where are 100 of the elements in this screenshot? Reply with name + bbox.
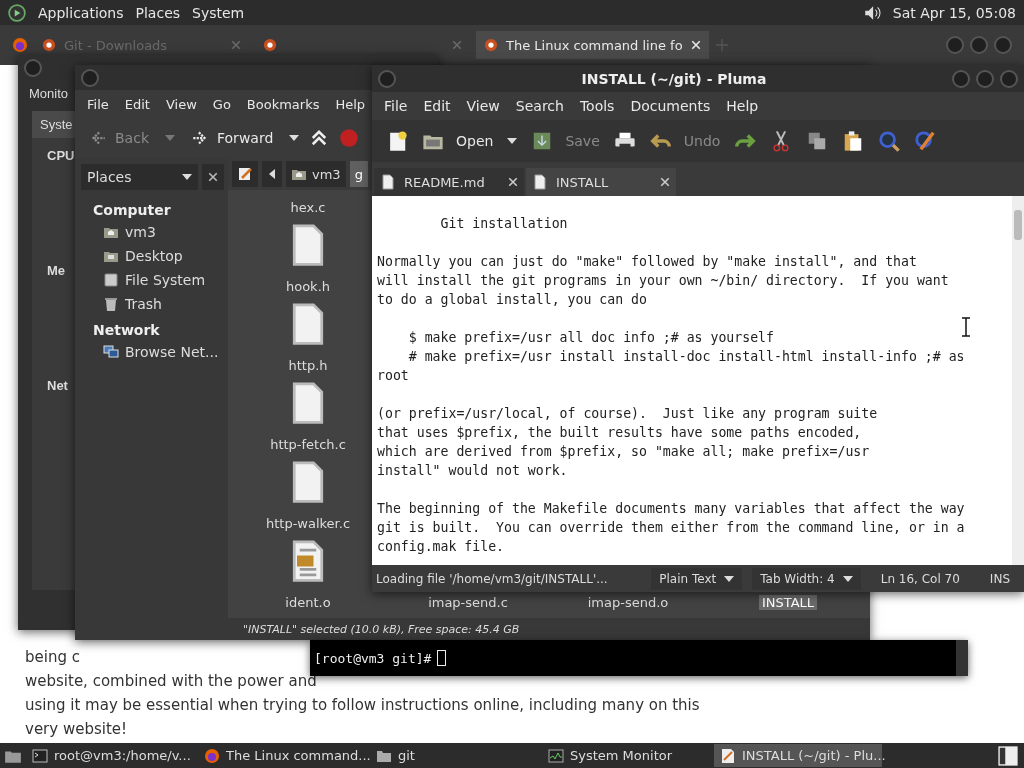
sidebar-item[interactable]: File System bbox=[75, 268, 228, 292]
status-message: Loading file '/home/vm3/git/INSTALL'... bbox=[376, 571, 609, 586]
menu-item[interactable]: Search bbox=[507, 98, 572, 114]
menu-item[interactable]: Help bbox=[327, 96, 374, 112]
document-tab[interactable]: INSTALL bbox=[526, 168, 676, 196]
menu-item[interactable]: Tools bbox=[571, 98, 623, 114]
terminal-icon bbox=[32, 747, 48, 764]
text-line: Git installation bbox=[439, 215, 569, 233]
magnifier-pencil-icon bbox=[914, 130, 937, 152]
path-scroll-button[interactable] bbox=[262, 161, 282, 187]
text-cursor bbox=[437, 650, 447, 666]
document-tab[interactable]: README.md bbox=[374, 168, 524, 196]
text-line: root bbox=[377, 367, 410, 385]
scrollbar[interactable] bbox=[956, 640, 968, 676]
magnifier-icon bbox=[878, 130, 901, 152]
text-editor-icon bbox=[720, 747, 736, 764]
file-name[interactable]: http-walker.c bbox=[262, 516, 354, 531]
text-line: config.mak file. bbox=[377, 538, 506, 556]
pencil-icon bbox=[237, 166, 253, 182]
section-heading: CPU bbox=[47, 148, 75, 163]
distro-logo-icon[interactable] bbox=[8, 3, 26, 22]
sidebar-item[interactable]: vm3 bbox=[75, 220, 228, 244]
text-line: # make prefix=/usr install install-doc install-html install-info ;# as bbox=[407, 348, 966, 366]
right-arrow-icon bbox=[191, 129, 209, 147]
file-name[interactable]: INSTALL bbox=[758, 595, 818, 610]
close-icon bbox=[208, 172, 218, 182]
sidebar-heading: Network bbox=[92, 321, 161, 340]
language-dropdown[interactable]: Plain Text bbox=[651, 567, 743, 590]
section-heading: Net bbox=[47, 378, 68, 393]
text-line: will install the git programs in your own ~/bin/ directory. If you want bbox=[377, 272, 950, 290]
sidebar-item[interactable]: Trash bbox=[75, 292, 228, 316]
menu-item[interactable]: Edit bbox=[415, 98, 459, 114]
status-text: "INSTALL" selected (10.0 kB), Free space: 45.4 GB bbox=[75, 618, 870, 640]
menu-item[interactable]: File bbox=[79, 96, 117, 112]
menu-item[interactable]: File bbox=[376, 98, 416, 114]
site-logo-icon bbox=[484, 38, 498, 52]
tab[interactable]: Syste bbox=[32, 111, 77, 138]
sidebar-heading: Computer bbox=[92, 201, 172, 220]
text-line: install" would not work. bbox=[377, 462, 569, 480]
text-line: git is built. You can override them either from the command line, or in a bbox=[377, 519, 966, 537]
browser-tab[interactable]: The Linux command line fo bbox=[476, 31, 709, 59]
file-name[interactable]: imap-send.o bbox=[584, 595, 672, 610]
menu-item[interactable]: Help bbox=[718, 98, 767, 114]
article-text: very website! bbox=[25, 719, 128, 740]
site-logo-icon bbox=[42, 38, 56, 52]
taskbar-item[interactable]: System Monitor bbox=[542, 744, 710, 767]
panel-menu[interactable]: Applications bbox=[38, 4, 124, 21]
toolbar-button[interactable]: Open bbox=[422, 130, 494, 152]
panel-menu[interactable]: System bbox=[192, 4, 245, 21]
panel-menu[interactable]: Places bbox=[135, 4, 181, 21]
insert-mode: INS bbox=[988, 571, 1011, 586]
text-line: to do a global install, you can do bbox=[377, 291, 648, 309]
text-cursor-icon bbox=[961, 317, 971, 337]
clock[interactable]: Sat Apr 15, 05:08 bbox=[892, 4, 1016, 21]
file-name[interactable]: imap-send.c bbox=[425, 595, 511, 610]
file-name[interactable]: http.h bbox=[285, 358, 331, 373]
file-name[interactable]: ident.o bbox=[282, 595, 334, 610]
places-dropdown[interactable]: Places bbox=[81, 164, 198, 190]
text-line: that uses $prefix, the built results have some paths encoded, bbox=[377, 424, 863, 442]
article-text: website, combined with the power and bbox=[25, 671, 317, 692]
cursor-position: Ln 16, Col 70 bbox=[879, 571, 961, 586]
menu-item[interactable]: Bookmarks bbox=[238, 96, 328, 112]
browser-logo-icon bbox=[204, 747, 220, 764]
article-text: being c bbox=[25, 647, 80, 668]
sidebar-item[interactable]: Browse Net... bbox=[75, 340, 228, 364]
drive-icon bbox=[103, 272, 119, 288]
left-arrow-icon bbox=[89, 129, 107, 147]
toolbar-icon-button[interactable] bbox=[878, 130, 901, 152]
path-button[interactable]: g bbox=[349, 161, 368, 187]
site-logo-icon bbox=[263, 38, 277, 52]
menu-item[interactable]: View bbox=[458, 98, 508, 114]
file-name[interactable]: hook.h bbox=[282, 279, 333, 294]
text-line: (or prefix=/usr/local, of course). Just like any program suite bbox=[377, 405, 879, 423]
system-monitor-icon bbox=[548, 747, 564, 764]
taskbar-item[interactable]: root@vm3:/home/v... bbox=[26, 744, 194, 767]
edit-path-button[interactable] bbox=[232, 161, 258, 187]
sidebar-item[interactable]: Desktop bbox=[75, 244, 228, 268]
window-title: INSTALL (~/git) - Pluma bbox=[581, 70, 767, 87]
file-name[interactable]: http-fetch.c bbox=[267, 437, 349, 452]
text-line: Normally you can just do "make" followed by "make install", and that bbox=[377, 253, 918, 271]
menu-item[interactable]: Go bbox=[204, 96, 239, 112]
menu-item[interactable]: View bbox=[157, 96, 205, 112]
browser-logo-icon[interactable] bbox=[12, 37, 28, 53]
text-line: which are derived from $prefix, so "make all; make prefix=/usr bbox=[377, 443, 871, 461]
workspace-switcher-icon[interactable] bbox=[996, 744, 1020, 767]
forward-button[interactable]: Forward bbox=[185, 125, 280, 151]
text-line: $ make prefix=/usr all doc info ;# as yourself bbox=[407, 329, 775, 347]
menu-item[interactable]: Edit bbox=[116, 96, 158, 112]
path-button[interactable]: vm3 bbox=[286, 161, 346, 187]
taskbar-item[interactable]: git bbox=[370, 744, 538, 767]
network-computers-icon bbox=[103, 344, 119, 360]
terminal-prompt: [root@vm3 git]# bbox=[314, 650, 432, 666]
text-line: The beginning of the Makefile documents many variables that affect the way bbox=[377, 500, 966, 518]
menu-item[interactable]: Documents bbox=[622, 98, 719, 114]
file-name[interactable]: hex.c bbox=[287, 200, 329, 215]
close-button[interactable] bbox=[202, 164, 224, 190]
article-text: using it may be essential when trying to follow instructions online, including many on this bbox=[25, 695, 700, 716]
tab-width-dropdown[interactable]: Tab Width: 4 bbox=[752, 567, 861, 590]
menu-item[interactable]: Monito bbox=[18, 80, 69, 107]
scrollbar[interactable] bbox=[1012, 196, 1024, 565]
